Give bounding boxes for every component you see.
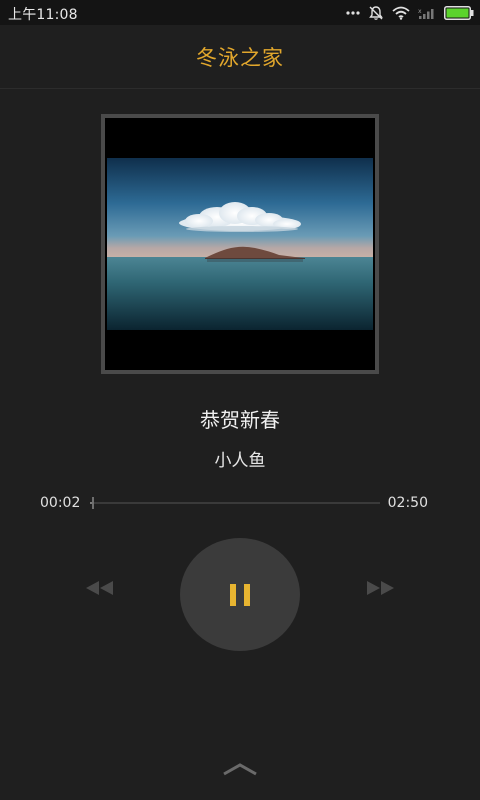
previous-button[interactable] <box>81 578 117 602</box>
progress-thumb[interactable] <box>92 497 95 509</box>
total-time: 02:50 <box>387 495 428 511</box>
current-time: 00:02 <box>40 495 81 511</box>
header-bar: 冬泳之家 <box>0 25 480 89</box>
status-time: 上午11:08 <box>8 7 78 23</box>
next-button[interactable] <box>363 578 399 602</box>
page-title: 冬泳之家 <box>196 45 284 70</box>
pause-icon <box>230 583 250 606</box>
chevron-up-icon <box>222 761 258 780</box>
notifications-off-icon <box>368 5 384 21</box>
more-dots-icon <box>346 10 360 16</box>
expand-button[interactable] <box>220 760 260 780</box>
status-bar: 上午11:08 x <box>0 0 480 25</box>
song-artist: 小人鱼 <box>214 451 266 471</box>
album-art-frame <box>101 114 379 374</box>
album-cover-image <box>107 158 373 330</box>
battery-icon <box>444 6 474 20</box>
rewind-icon <box>84 580 114 600</box>
music-player-screen: 上午11:08 x 冬泳之家 恭贺新春 小人鱼 00:02 02:50 <box>0 0 480 800</box>
progress-slider[interactable] <box>90 497 380 509</box>
fast-forward-icon <box>366 580 396 600</box>
signal-icon: x <box>418 6 436 20</box>
wifi-icon <box>392 6 410 20</box>
song-title: 恭贺新春 <box>200 408 280 432</box>
play-pause-button[interactable] <box>180 538 300 651</box>
status-icons: x <box>346 3 474 23</box>
svg-text:x: x <box>418 8 422 15</box>
